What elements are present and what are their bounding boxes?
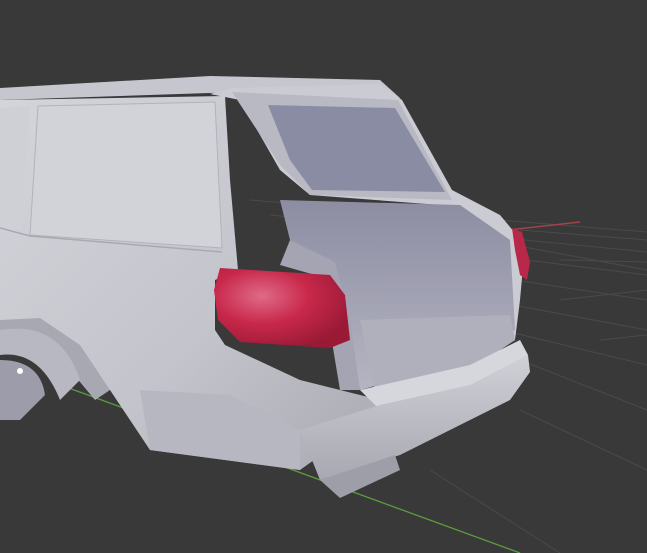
3d-viewport[interactable] — [0, 0, 647, 553]
viewport-canvas[interactable] — [0, 0, 647, 553]
left-taillight[interactable] — [214, 268, 350, 348]
cursor-dot-icon — [17, 368, 23, 374]
